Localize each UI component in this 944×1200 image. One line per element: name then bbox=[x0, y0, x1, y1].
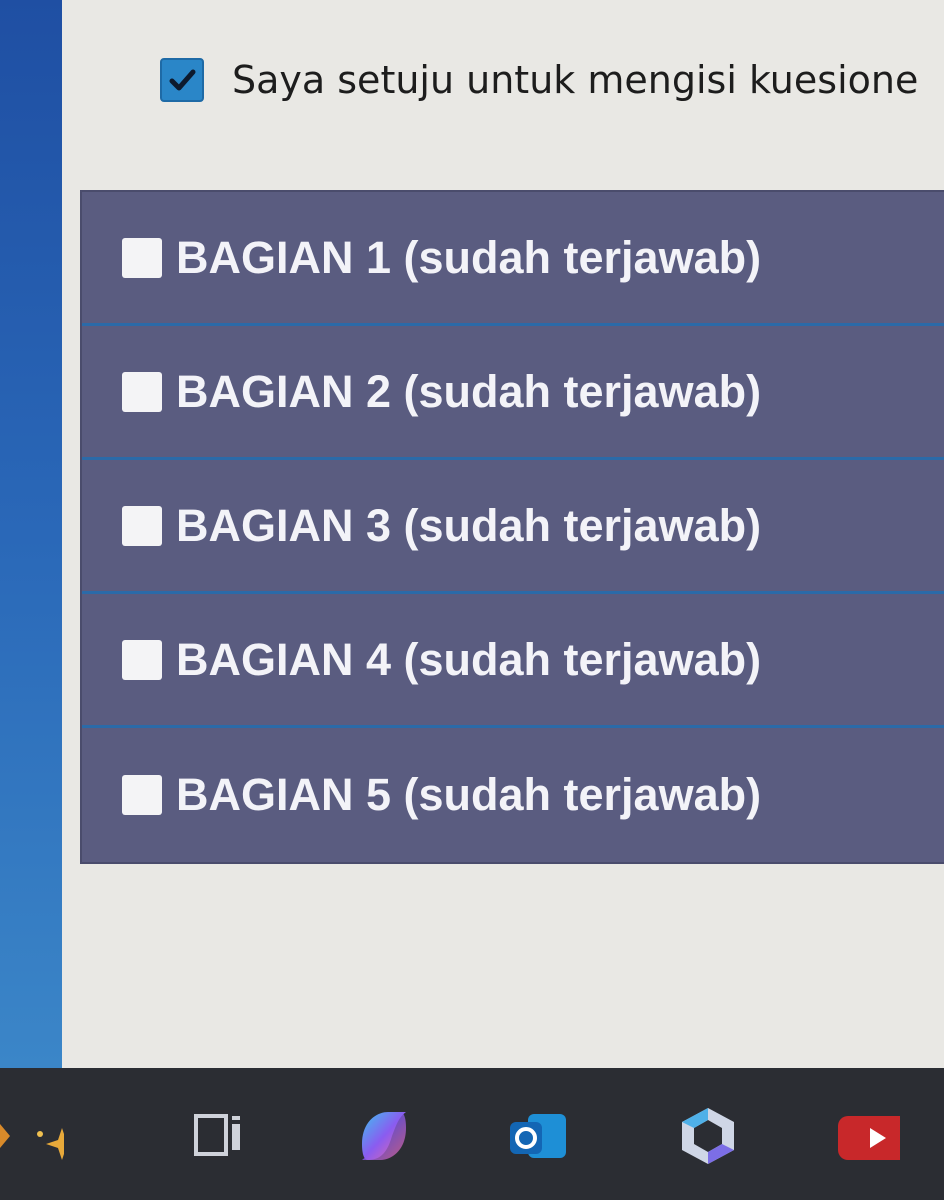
section-checkbox[interactable] bbox=[122, 505, 162, 546]
section-item-5[interactable]: BAGIAN 5 (sudah terjawab) bbox=[82, 728, 944, 862]
section-label: BAGIAN 5 (sudah terjawab) bbox=[176, 769, 762, 820]
browser-page: Saya setuju untuk mengisi kuesione BAGIA… bbox=[62, 0, 944, 1068]
section-item-3[interactable]: BAGIAN 3 (sudah terjawab) bbox=[82, 460, 944, 594]
section-checkbox[interactable] bbox=[122, 639, 162, 680]
section-checkbox[interactable] bbox=[122, 237, 162, 278]
outlook-icon[interactable] bbox=[506, 1104, 570, 1168]
section-label: BAGIAN 1 (sudah terjawab) bbox=[176, 231, 762, 283]
screen: Saya setuju untuk mengisi kuesione BAGIA… bbox=[0, 0, 944, 1200]
section-list: BAGIAN 1 (sudah terjawab) BAGIAN 2 (suda… bbox=[80, 190, 944, 864]
section-checkbox[interactable] bbox=[122, 371, 162, 412]
task-view-icon[interactable] bbox=[184, 1104, 248, 1168]
copilot-icon[interactable] bbox=[352, 1104, 416, 1168]
section-label: BAGIAN 4 (sudah terjawab) bbox=[176, 633, 762, 685]
widgets-icon[interactable] bbox=[0, 1104, 85, 1168]
section-item-2[interactable]: BAGIAN 2 (sudah terjawab) bbox=[82, 326, 944, 460]
consent-row: Saya setuju untuk mengisi kuesione bbox=[160, 58, 918, 102]
section-item-4[interactable]: BAGIAN 4 (sudah terjawab) bbox=[82, 594, 944, 728]
microsoft-365-icon[interactable] bbox=[676, 1104, 740, 1168]
section-label: BAGIAN 2 (sudah terjawab) bbox=[176, 365, 762, 417]
section-label: BAGIAN 3 (sudah terjawab) bbox=[176, 499, 762, 551]
desktop-background-strip bbox=[0, 0, 62, 1068]
section-checkbox[interactable] bbox=[122, 775, 162, 815]
section-item-1[interactable]: BAGIAN 1 (sudah terjawab) bbox=[82, 192, 944, 326]
taskbar bbox=[0, 1068, 944, 1200]
checkmark-icon bbox=[169, 69, 196, 91]
consent-label: Saya setuju untuk mengisi kuesione bbox=[232, 58, 919, 102]
consent-checkbox[interactable] bbox=[160, 58, 204, 102]
youtube-icon[interactable] bbox=[836, 1104, 918, 1168]
